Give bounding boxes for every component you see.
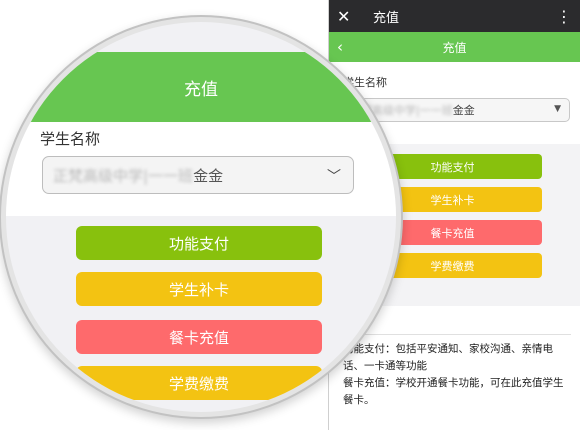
zoom-card-reissue-button[interactable]: 学生补卡	[76, 272, 322, 306]
zoom-page-title: 充值	[184, 79, 218, 100]
zoom-function-pay-button[interactable]: 功能支付	[76, 226, 322, 260]
zoom-tuition-fee-button[interactable]: 学费缴费	[76, 366, 322, 400]
zoom-meal-card-recharge-button[interactable]: 餐卡充值	[76, 320, 322, 354]
more-icon[interactable]: ⋮	[556, 7, 572, 26]
chevron-down-icon: ▼	[554, 104, 561, 114]
zoom-chevron-down-icon: ﹀	[327, 169, 341, 185]
zoom-page-header: 充值	[6, 52, 396, 122]
magnifier-lens: 充值 学生名称 正梵高级中学|一一班 金金 ﹀ 功能支付 学生补卡 餐卡充值 学…	[6, 22, 396, 412]
zoom-student-label: 学生名称	[40, 130, 101, 148]
screenshot-stage: ✕ 充值 ⋮ ‹ 充值 学生名称 正梵高级中学|一一班 金金 ▼ 功能支付 学生…	[0, 0, 580, 430]
zoom-student-name-blurred: 正梵高级中学|一一班	[53, 166, 194, 185]
zoom-student-select[interactable]: 正梵高级中学|一一班 金金 ﹀	[42, 156, 354, 194]
student-name: 金金	[452, 104, 475, 117]
zoom-student-name: 金金	[193, 166, 224, 185]
